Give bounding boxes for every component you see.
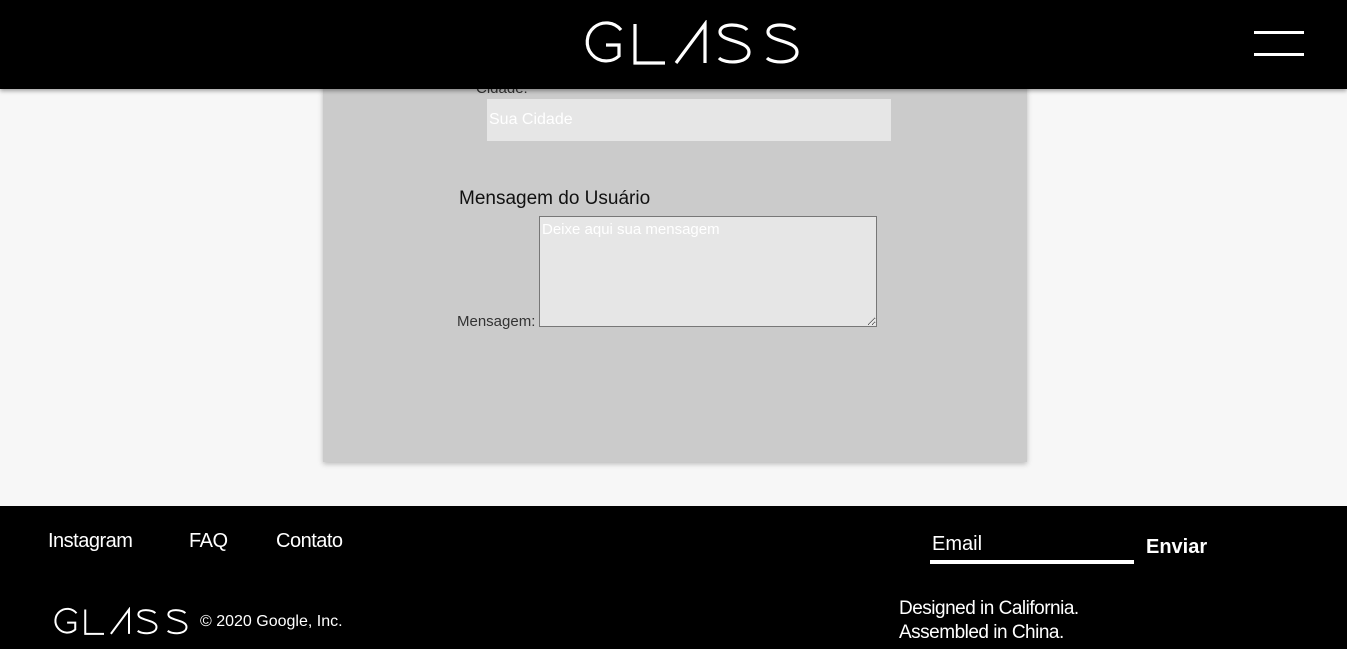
site-header xyxy=(0,0,1347,89)
message-textarea[interactable] xyxy=(539,216,877,327)
newsletter-email-input[interactable] xyxy=(930,528,1134,564)
cidade-input[interactable] xyxy=(487,99,891,141)
newsletter-submit-button[interactable]: Enviar xyxy=(1146,536,1207,559)
site-footer: Instagram FAQ Contato Enviar © 2020 Goog… xyxy=(0,506,1347,649)
hamburger-icon-line xyxy=(1254,53,1304,56)
glass-logo[interactable] xyxy=(579,20,799,68)
hamburger-menu-button[interactable] xyxy=(1254,29,1304,59)
tagline-line-1: Designed in California. xyxy=(899,598,1079,619)
glass-footer-logo xyxy=(54,607,188,635)
footer-tagline: Designed in California. Assembled in Chi… xyxy=(899,597,1079,645)
copyright-text: © 2020 Google, Inc. xyxy=(200,613,343,630)
tagline-line-2: Assembled in China. xyxy=(899,622,1064,643)
message-label: Mensagem: xyxy=(457,313,536,330)
footer-link-faq[interactable]: FAQ xyxy=(189,530,228,553)
footer-link-instagram[interactable]: Instagram xyxy=(48,530,133,553)
message-section-title: Mensagem do Usuário xyxy=(459,188,651,209)
hamburger-icon xyxy=(1254,31,1304,34)
footer-link-contato[interactable]: Contato xyxy=(276,530,343,553)
